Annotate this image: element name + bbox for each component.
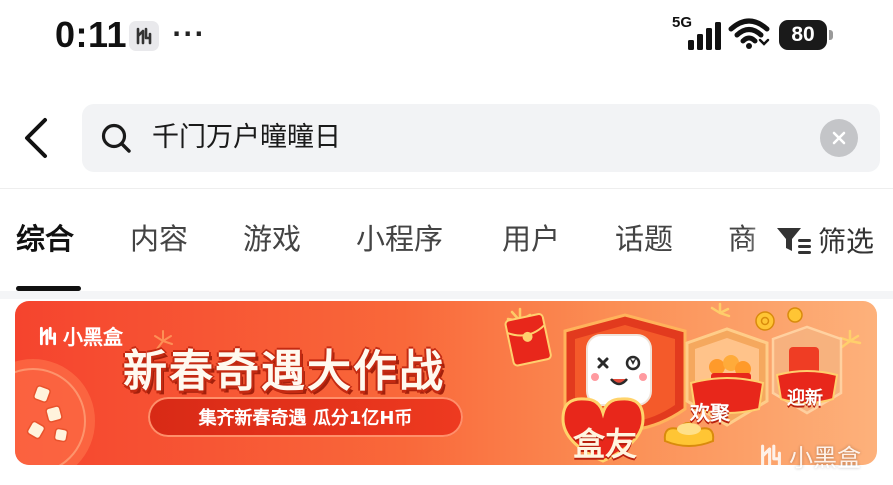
battery-indicator: 80 [779, 20, 833, 50]
close-icon [832, 131, 846, 145]
heybox-app-icon [129, 21, 159, 51]
back-button[interactable] [14, 112, 58, 164]
heybox-logo-icon [39, 326, 57, 345]
banner-title: 新春奇遇大作战 [123, 346, 445, 397]
tab-games[interactable]: 游戏 [243, 219, 301, 259]
result-tabs: 综合 内容 游戏 小程序 用户 话题 商 筛选 [0, 205, 893, 291]
search-input[interactable]: 千门万户曈曈日 [82, 104, 880, 172]
wifi-icon [728, 18, 770, 49]
status-bar: 0:11 ··· 5G 80 [0, 0, 893, 72]
heybox-watermark-icon [761, 444, 781, 467]
banner-subtitle: 集齐新春奇遇 瓜分1亿H币 [198, 408, 413, 429]
chevron-left-icon [25, 118, 47, 158]
battery-level: 80 [779, 20, 827, 50]
brand-name: 小黑盒 [63, 325, 123, 349]
tab-mini-programs[interactable]: 小程序 [356, 219, 443, 259]
search-icon [101, 123, 131, 153]
banner-subtitle-pill: 集齐新春奇遇 瓜分1亿H币 [148, 397, 463, 437]
clear-search-button[interactable] [820, 119, 858, 157]
watermark-text: 小黑盒 [789, 444, 861, 472]
filter-icon [777, 228, 811, 254]
filter-label: 筛选 [818, 225, 875, 258]
tab-users[interactable]: 用户 [502, 219, 560, 259]
divider [0, 188, 893, 189]
status-time: 0:11 [55, 14, 128, 55]
section-separator [0, 291, 893, 299]
badge-yingxin: 迎新 [787, 388, 823, 409]
filter-button[interactable]: 筛选 [774, 219, 889, 261]
search-query-text[interactable]: 千门万户曈曈日 [152, 120, 341, 156]
watermark: 小黑盒 [757, 438, 861, 473]
heybox-brand-logo: 小黑盒 [37, 321, 123, 350]
badge-heyou: 盒友 [573, 425, 638, 463]
tab-content[interactable]: 内容 [130, 219, 188, 259]
event-banner[interactable]: 小黑盒 新春奇遇大作战 集齐新春奇遇 瓜分1亿H币 盒友 欢聚 迎新 [15, 301, 877, 465]
more-dots-icon: ··· [172, 20, 206, 48]
signal-icon [688, 22, 721, 50]
tab-overall[interactable]: 综合 [16, 219, 74, 259]
tab-topics[interactable]: 话题 [615, 219, 673, 259]
battery-cap [829, 30, 833, 40]
badge-huanju: 欢聚 [690, 401, 730, 425]
